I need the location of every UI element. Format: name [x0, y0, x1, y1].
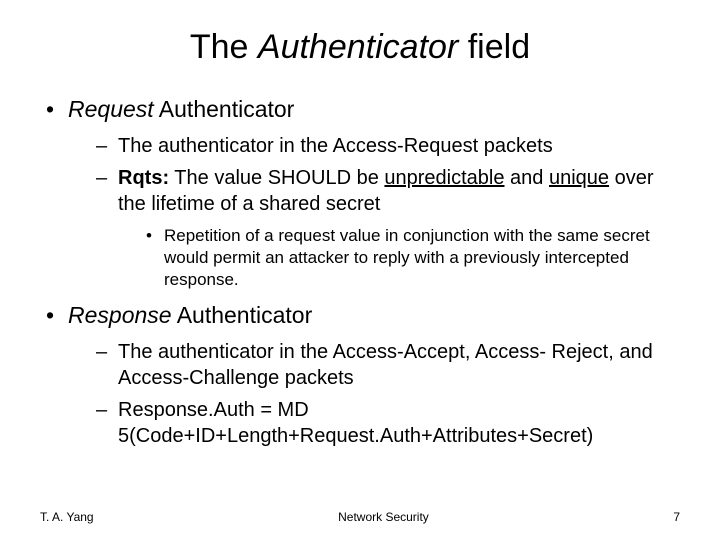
- bullet-response-authenticator: Response Authenticator The authenticator…: [40, 301, 680, 449]
- bullet-italic: Response: [68, 302, 172, 328]
- sub-bullet-rqts: Rqts: The value SHOULD be unpredictable …: [96, 165, 680, 291]
- footer-title: Network Security: [338, 510, 429, 524]
- rqts-mid2: and: [505, 167, 549, 189]
- rqts-mid1: The value SHOULD be: [169, 167, 384, 189]
- title-italic: Authenticator: [258, 28, 458, 66]
- bullet-request-authenticator: Request Authenticator The authenticator …: [40, 95, 680, 291]
- sub-bullet: Response.Auth = MD 5(Code+ID+Length+Requ…: [96, 397, 680, 449]
- rqts-label: Rqts:: [118, 167, 169, 189]
- sub-text: The authenticator in the Access-Accept, …: [118, 341, 653, 389]
- footer-author: T. A. Yang: [40, 510, 94, 524]
- bullet-list: Request Authenticator The authenticator …: [40, 95, 680, 449]
- sub-text: The authenticator in the Access-Request …: [118, 135, 553, 157]
- bullet-italic: Request: [68, 96, 154, 122]
- sub-bullet: The authenticator in the Access-Accept, …: [96, 339, 680, 391]
- sub-sub-list: Repetition of a request value in conjunc…: [118, 225, 680, 291]
- sub-list: The authenticator in the Access-Accept, …: [68, 339, 680, 449]
- sub-bullet: The authenticator in the Access-Request …: [96, 133, 680, 159]
- sub-sub-bullet: Repetition of a request value in conjunc…: [146, 225, 680, 291]
- footer: T. A. Yang Network Security 7: [0, 510, 720, 524]
- title-suffix: field: [458, 28, 530, 66]
- rqts-u2: unique: [549, 167, 609, 189]
- sub-sub-text: Repetition of a request value in conjunc…: [164, 226, 650, 289]
- sub-list: The authenticator in the Access-Request …: [68, 133, 680, 291]
- footer-page-number: 7: [673, 510, 680, 524]
- title-prefix: The: [190, 28, 258, 66]
- sub-text: Response.Auth = MD 5(Code+ID+Length+Requ…: [118, 399, 593, 447]
- bullet-text: Authenticator: [172, 302, 313, 328]
- rqts-u1: unpredictable: [384, 167, 504, 189]
- slide-title: The Authenticator field: [40, 28, 680, 67]
- bullet-text: Authenticator: [154, 96, 295, 122]
